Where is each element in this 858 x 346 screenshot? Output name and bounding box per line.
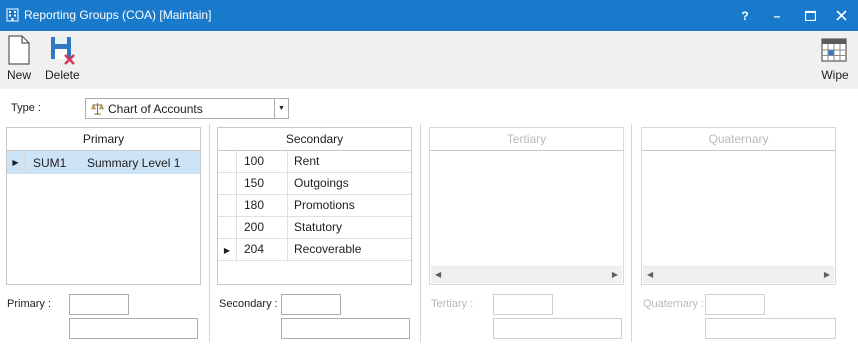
chevron-down-icon[interactable]: ▼ (274, 99, 288, 118)
tertiary-grid-header: Tertiary (430, 128, 623, 151)
secondary-name: Recoverable (294, 242, 362, 256)
quaternary-grid: Quaternary ◀ ▶ (641, 127, 836, 285)
delete-button[interactable]: Delete (45, 35, 80, 82)
secondary-name-field[interactable] (281, 318, 410, 339)
secondary-name: Statutory (294, 220, 343, 234)
secondary-code-field[interactable] (281, 294, 341, 315)
table-row[interactable]: ▶ SUM1 Summary Level 1 (7, 151, 200, 174)
primary-name-field[interactable] (69, 318, 198, 339)
quaternary-name-field (705, 318, 836, 339)
wipe-button[interactable]: Wipe (820, 35, 850, 82)
type-select-value: Chart of Accounts (108, 102, 203, 116)
secondary-field-label: Secondary : (219, 298, 278, 310)
maximize-icon (804, 10, 816, 21)
table-row[interactable]: 100 Rent (218, 151, 411, 173)
primary-name: Summary Level 1 (87, 156, 181, 170)
tertiary-field-label: Tertiary : (431, 298, 474, 310)
tertiary-code-field (493, 294, 553, 315)
secondary-grid-header: Secondary (218, 128, 411, 151)
horizontal-scrollbar[interactable]: ◀ ▶ (431, 266, 622, 283)
calendar-grid-icon (821, 38, 847, 62)
quaternary-code-field (705, 294, 765, 315)
new-button-label: New (7, 68, 32, 82)
secondary-name: Promotions (294, 198, 355, 212)
delete-save-icon (51, 37, 76, 65)
window-title: Reporting Groups (COA) [Maintain] (24, 8, 212, 22)
divider (631, 124, 632, 342)
row-indicator-icon: ▶ (7, 151, 25, 174)
wipe-button-label: Wipe (821, 68, 849, 82)
type-select[interactable]: Chart of Accounts ▼ (85, 98, 289, 119)
close-icon (835, 10, 847, 21)
table-row[interactable]: 150 Outgoings (218, 173, 411, 195)
primary-code-field[interactable] (69, 294, 129, 315)
divider (420, 124, 421, 342)
divider (209, 124, 210, 342)
primary-grid[interactable]: Primary ▶ SUM1 Summary Level 1 (6, 127, 201, 285)
secondary-code: 100 (236, 151, 288, 173)
primary-grid-header: Primary (7, 128, 200, 151)
secondary-code: 200 (236, 217, 288, 239)
primary-code: SUM1 (33, 156, 67, 170)
secondary-grid[interactable]: Secondary 100 Rent 150 Outgoings 180 Pro… (217, 127, 412, 285)
tertiary-name-field (493, 318, 622, 339)
secondary-code: 180 (236, 195, 288, 217)
secondary-code: 204 (236, 239, 288, 261)
row-indicator-icon: ▶ (223, 245, 231, 255)
quaternary-field-label: Quaternary : (643, 298, 705, 310)
scales-icon (91, 102, 104, 118)
delete-button-label: Delete (45, 68, 80, 82)
maximize-button[interactable] (793, 0, 827, 31)
new-button[interactable]: New (7, 35, 31, 82)
table-row[interactable]: 200 Statutory (218, 217, 411, 239)
scroll-left-icon[interactable]: ◀ (647, 270, 653, 279)
horizontal-scrollbar[interactable]: ◀ ▶ (643, 266, 834, 283)
type-label: Type : (11, 102, 41, 114)
table-row[interactable]: 180 Promotions (218, 195, 411, 217)
secondary-name: Outgoings (294, 176, 349, 190)
help-button[interactable]: ? (728, 0, 762, 31)
secondary-name: Rent (294, 154, 320, 168)
close-button[interactable] (824, 0, 858, 31)
table-row[interactable]: ▶ 204 Recoverable (218, 239, 411, 261)
secondary-code: 150 (236, 173, 288, 195)
primary-field-label: Primary : (7, 298, 51, 310)
quaternary-grid-header: Quaternary (642, 128, 835, 151)
scroll-left-icon[interactable]: ◀ (435, 270, 441, 279)
minimize-button[interactable]: – (760, 0, 794, 31)
tertiary-grid: Tertiary ◀ ▶ (429, 127, 624, 285)
toolbar: New Delete Wipe (0, 31, 858, 89)
title-bar: Reporting Groups (COA) [Maintain] ? – (0, 0, 858, 31)
scroll-right-icon[interactable]: ▶ (612, 270, 618, 279)
scroll-right-icon[interactable]: ▶ (824, 270, 830, 279)
new-document-icon (8, 35, 30, 65)
building-icon (6, 8, 19, 25)
